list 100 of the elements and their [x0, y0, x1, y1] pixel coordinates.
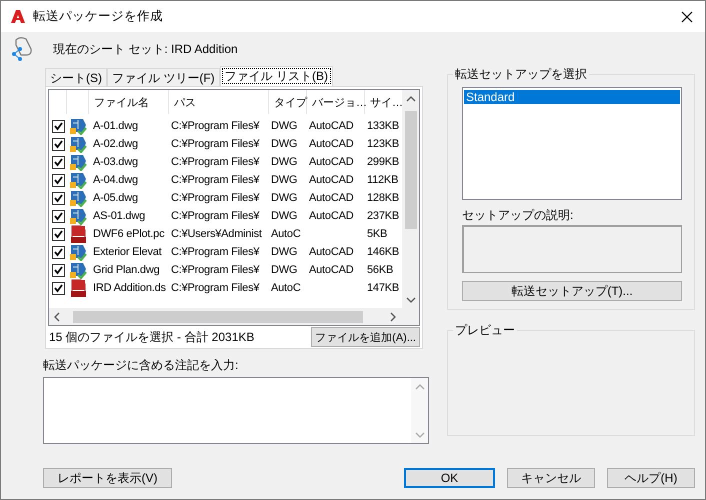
scroll-down-icon — [406, 296, 416, 304]
file-version: AutoCAD — [309, 210, 354, 222]
column-header[interactable]: タイプ — [269, 90, 307, 114]
file-size: 128KB — [367, 192, 400, 204]
file-size: 123KB — [367, 138, 400, 150]
add-file-button[interactable]: ファイルを追加(A)... — [311, 327, 420, 347]
app-logo-icon — [10, 9, 26, 24]
dialog-button[interactable]: レポートを表示(V) — [43, 468, 172, 488]
check-icon — [52, 211, 64, 221]
drawing-file-icon — [69, 189, 87, 207]
file-name: A-03.dwg — [93, 156, 138, 168]
file-version: AutoCAD — [309, 156, 354, 168]
scrollbar-thumb[interactable] — [404, 111, 416, 229]
check-icon — [52, 283, 64, 293]
notes-field[interactable] — [43, 377, 429, 444]
file-name: Grid Plan.dwg — [93, 264, 160, 276]
file-version: AutoCAD — [309, 246, 354, 258]
check-icon — [52, 175, 64, 185]
group-title: 転送セットアップを選択 — [454, 66, 588, 83]
file-path: C:¥Users¥Administ — [171, 228, 262, 240]
column-header[interactable]: バージョ… — [307, 90, 365, 114]
file-path: C:¥Program Files¥ — [171, 120, 260, 132]
file-type: AutoC — [271, 282, 301, 294]
drawing-file-icon — [69, 207, 87, 225]
checkbox[interactable] — [52, 174, 64, 186]
check-icon — [52, 121, 64, 131]
checkbox[interactable] — [52, 246, 64, 258]
tab[interactable]: ファイル ツリー(F) — [107, 68, 220, 86]
scroll-down-icon — [414, 431, 424, 439]
checkbox[interactable] — [52, 228, 64, 240]
group-title: プレビュー — [454, 322, 516, 339]
check-icon — [52, 247, 64, 257]
file-type: AutoC — [271, 228, 301, 240]
file-version: AutoCAD — [309, 264, 354, 276]
close-icon — [681, 10, 693, 22]
description-label: セットアップの説明: — [462, 207, 574, 224]
window-title: 転送パッケージを作成 — [33, 8, 163, 25]
file-name: DWF6 ePlot.pc — [93, 228, 164, 240]
checkbox[interactable] — [52, 210, 64, 222]
checkbox[interactable] — [52, 264, 64, 276]
file-size: 112KB — [367, 174, 398, 186]
tab[interactable]: シート(S) — [45, 68, 107, 86]
file-size: 56KB — [367, 264, 394, 276]
file-type: DWG — [271, 192, 298, 204]
dialog-button[interactable]: OK — [404, 468, 495, 488]
file-size: 133KB — [367, 120, 400, 132]
file-name: AS-01.dwg — [93, 210, 146, 222]
file-path: C:¥Program Files¥ — [171, 210, 260, 222]
check-icon — [52, 157, 64, 167]
check-icon — [52, 193, 64, 203]
dialog-button[interactable]: キャンセル — [507, 468, 595, 488]
checkbox[interactable] — [52, 120, 64, 132]
file-type: DWG — [271, 246, 298, 258]
dialog-button[interactable]: ヘルプ(H) — [607, 468, 695, 488]
file-name: A-01.dwg — [93, 120, 138, 132]
scroll-right-icon — [389, 312, 397, 322]
drawing-file-icon — [69, 243, 87, 261]
checkbox[interactable] — [52, 156, 64, 168]
check-icon — [52, 139, 64, 149]
checkbox[interactable] — [52, 192, 64, 204]
file-path: C:¥Program Files¥ — [171, 246, 260, 258]
file-size: 237KB — [367, 210, 400, 222]
list-item[interactable]: Standard — [464, 90, 680, 104]
drawing-file-icon — [69, 261, 87, 279]
vertical-scrollbar[interactable] — [402, 90, 419, 308]
notes-label: 転送パッケージに含める注記を入力: — [43, 357, 240, 374]
file-path: C:¥Program Files¥ — [171, 174, 260, 186]
scroll-left-icon — [53, 312, 61, 322]
file-path: C:¥Program Files¥ — [171, 138, 260, 150]
file-size: 5KB — [367, 228, 388, 240]
file-type: DWG — [271, 138, 298, 150]
column-header[interactable]: パス — [169, 90, 269, 114]
current-sheet-set-label: 現在のシート セット: IRD Addition — [53, 40, 238, 58]
file-size: 146KB — [367, 246, 400, 258]
file-type: DWG — [271, 120, 298, 132]
drawing-file-icon — [69, 135, 87, 153]
file-path: C:¥Program Files¥ — [171, 156, 260, 168]
file-name: A-02.dwg — [93, 138, 138, 150]
checkbox[interactable] — [52, 282, 64, 294]
check-icon — [52, 265, 64, 275]
sheet-set-icon — [10, 36, 34, 62]
file-name: A-05.dwg — [93, 192, 138, 204]
checkbox[interactable] — [52, 138, 64, 150]
scroll-up-icon — [414, 383, 424, 391]
file-path: C:¥Program Files¥ — [171, 192, 260, 204]
scrollbar-thumb[interactable] — [73, 310, 363, 322]
file-version: AutoCAD — [309, 120, 354, 132]
drawing-file-icon — [69, 171, 87, 189]
horizontal-scrollbar[interactable] — [49, 308, 419, 325]
transmittal-setups-button[interactable]: 転送セットアップ(T)... — [462, 281, 682, 301]
file-size: 299KB — [367, 156, 400, 168]
file-type: DWG — [271, 264, 298, 276]
column-header[interactable]: ファイル名 — [89, 90, 169, 114]
file-type: DWG — [271, 156, 298, 168]
file-path: C:¥Program Files¥ — [171, 282, 260, 294]
file-name: Exterior Elevat — [93, 246, 162, 258]
file-type: DWG — [271, 174, 298, 186]
tab[interactable]: ファイル リスト(B) — [220, 66, 333, 86]
file-version: AutoCAD — [309, 138, 354, 150]
scroll-up-icon — [406, 95, 416, 103]
